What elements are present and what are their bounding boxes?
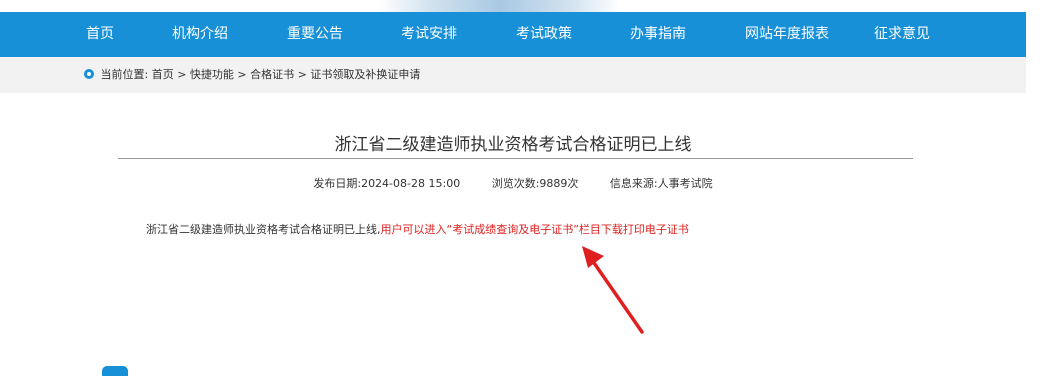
nav-item-home[interactable]: 首页	[86, 12, 114, 57]
breadcrumb: 当前位置: 首页 > 快捷功能 > 合格证书 > 证书领取及补换证申请	[84, 57, 420, 93]
article-title: 浙江省二级建造师执业资格考试合格证明已上线	[334, 135, 692, 155]
breadcrumb-path[interactable]: 首页 > 快捷功能 > 合格证书 > 证书领取及补换证申请	[152, 68, 421, 81]
breadcrumb-prefix: 当前位置:	[100, 68, 149, 81]
article-body: 浙江省二级建造师执业资格考试合格证明已上线,用户可以进入“考试成绩查询及电子证书…	[146, 221, 689, 237]
nav-item-about[interactable]: 机构介绍	[172, 12, 228, 57]
body-text-plain: 浙江省二级建造师执业资格考试合格证明已上线,	[146, 223, 381, 236]
nav-item-announcements[interactable]: 重要公告	[287, 12, 343, 57]
body-text-highlight: 用户可以进入“考试成绩查询及电子证书”栏目下载打印电子证书	[380, 223, 689, 236]
publish-date: 发布日期:2024-08-28 15:00	[313, 177, 461, 190]
nav-item-exam-policy[interactable]: 考试政策	[516, 12, 572, 57]
banner-image	[380, 0, 620, 12]
nav-item-guide[interactable]: 办事指南	[630, 12, 686, 57]
title-divider	[118, 158, 913, 159]
location-pin-icon	[84, 69, 94, 79]
info-source: 信息来源:人事考试院	[609, 177, 713, 190]
header-banner	[0, 0, 1062, 12]
view-count: 浏览次数:9889次	[491, 177, 579, 190]
scroll-top-tab[interactable]	[102, 366, 128, 376]
red-arrow-annotation	[582, 246, 644, 334]
nav-item-exam-schedule[interactable]: 考试安排	[401, 12, 457, 57]
breadcrumb-bar: 当前位置: 首页 > 快捷功能 > 合格证书 > 证书领取及补换证申请	[0, 57, 1026, 93]
nav-item-feedback[interactable]: 征求意见	[874, 12, 930, 57]
nav-item-annual-report[interactable]: 网站年度报表	[745, 12, 829, 57]
article-meta: 发布日期:2024-08-28 15:00 浏览次数:9889次 信息来源:人事…	[0, 175, 1026, 191]
main-nav: 首页 机构介绍 重要公告 考试安排 考试政策 办事指南 网站年度报表 征求意见	[0, 12, 1026, 57]
